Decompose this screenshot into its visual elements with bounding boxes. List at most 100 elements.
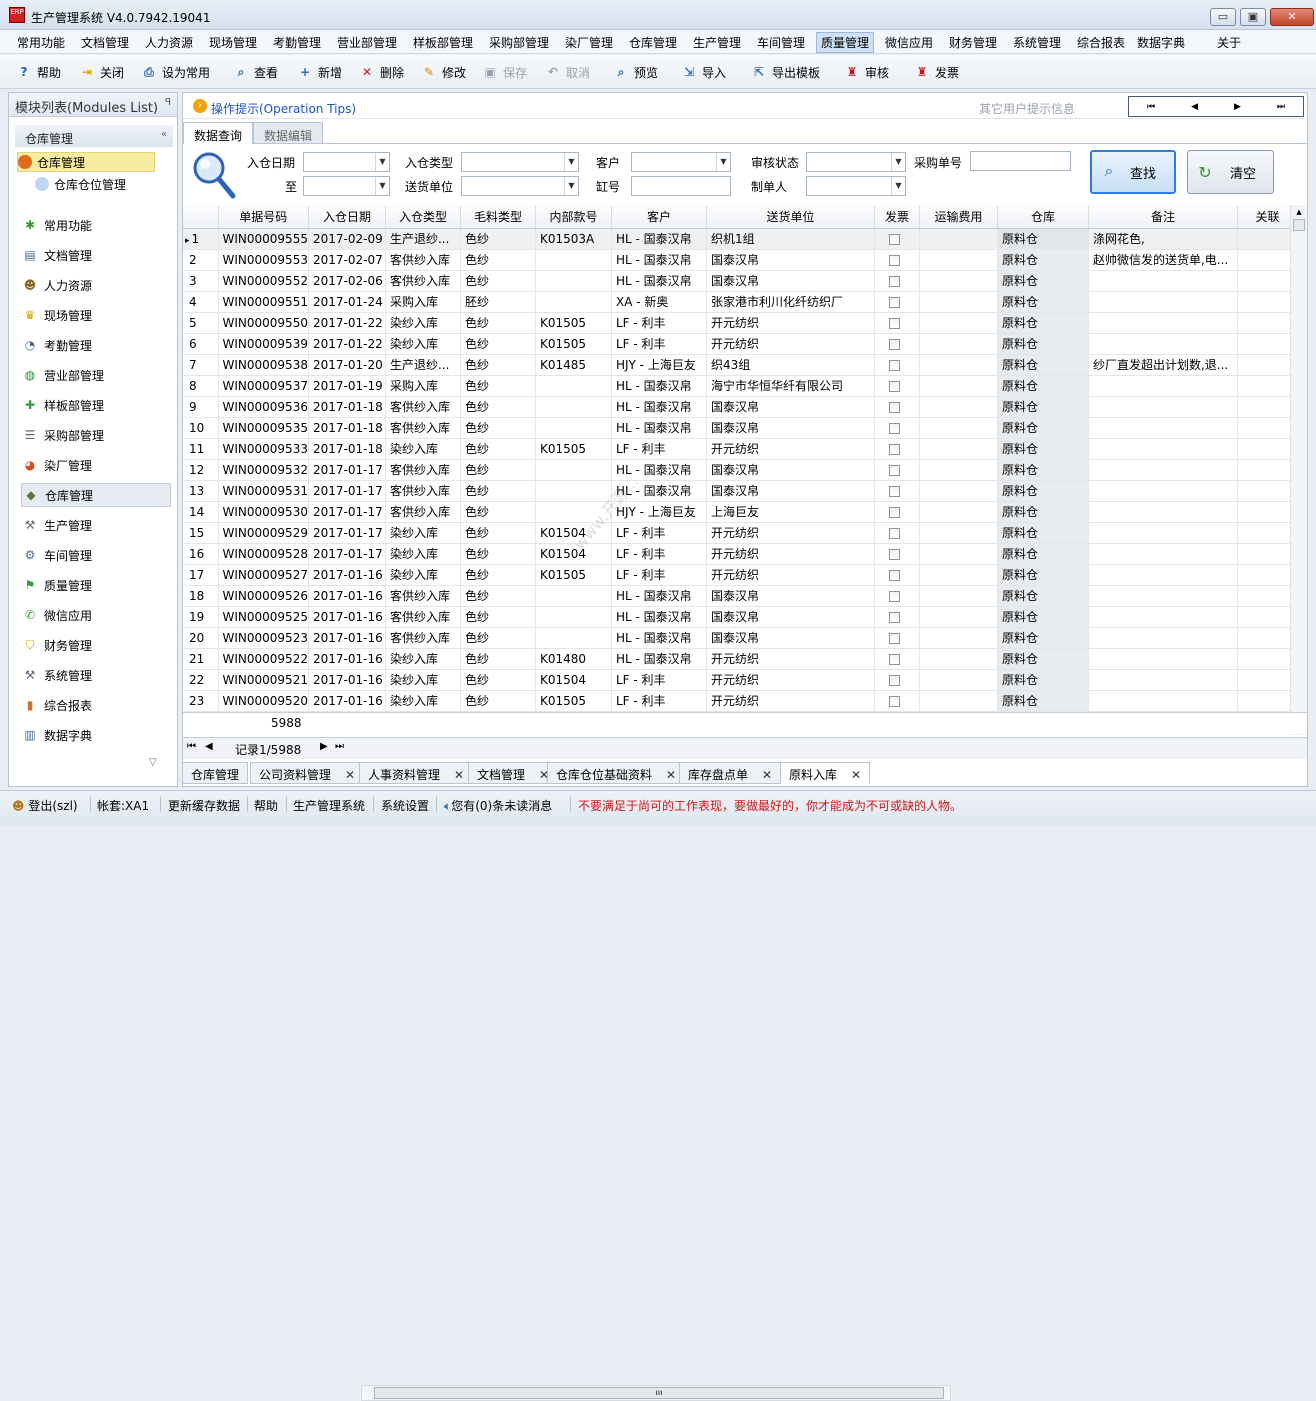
table-cell[interactable]: 2017-01-18 — [308, 396, 386, 418]
invoice-checkbox[interactable] — [888, 401, 900, 413]
table-cell[interactable]: 2017-01-16 — [308, 627, 386, 649]
table-cell[interactable] — [535, 501, 612, 523]
sidebar-module-7[interactable]: ✚ 样板部管理 — [21, 393, 171, 417]
related-cell[interactable] — [1237, 690, 1298, 712]
menu-4[interactable]: 现场管理 — [209, 34, 257, 51]
invoice-checkbox[interactable] — [888, 464, 900, 476]
tab-data-edit[interactable]: 数据编辑 — [253, 122, 324, 144]
table-row[interactable]: 6 WIN00009539 2017-01-22 染纱入库 色纱 K01505 LF - 利… — [183, 333, 1298, 355]
remark-cell[interactable]: 赵帅微信发的送货单,电... — [1088, 249, 1238, 271]
table-cell[interactable]: 2017-01-17 — [308, 543, 386, 565]
sidebar-scroll-down-icon[interactable]: ▽ — [149, 757, 157, 768]
table-cell[interactable]: 染纱入库 — [385, 522, 461, 544]
table-cell[interactable]: 色纱 — [460, 249, 536, 271]
menu-9[interactable]: 染厂管理 — [565, 34, 613, 51]
table-cell[interactable]: 客供纱入库 — [385, 501, 461, 523]
table-cell[interactable]: 国泰汉帛 — [706, 249, 875, 271]
table-cell[interactable]: 客供纱入库 — [385, 627, 461, 649]
table-cell[interactable]: 2017-01-16 — [308, 690, 386, 712]
warehouse-cell[interactable]: 原料仓 — [997, 228, 1089, 250]
logout-link[interactable]: ☻ 登出(szl) — [12, 797, 78, 814]
audit-select[interactable]: ▼ — [806, 152, 906, 172]
invoice-checkbox[interactable] — [888, 485, 900, 497]
table-cell[interactable]: 采购入库 — [385, 375, 461, 397]
menu-6[interactable]: 营业部管理 — [337, 34, 397, 51]
remark-cell[interactable] — [1088, 375, 1238, 397]
table-cell[interactable]: 2017-01-17 — [308, 480, 386, 502]
menu-17[interactable]: 综合报表 — [1077, 34, 1125, 51]
table-cell[interactable]: WIN00009520 — [218, 690, 309, 712]
close-tab-icon[interactable]: ✕ — [345, 768, 355, 782]
sidebar-group-header[interactable]: 仓库管理 « — [15, 125, 173, 147]
table-row[interactable]: 19 WIN00009525 2017-01-16 客供纱入库 色纱 HL - 国泰汉帛国… — [183, 606, 1298, 628]
toolbar-button-4[interactable]: ⌕ 查看 — [232, 62, 278, 82]
close-tab-icon[interactable]: ✕ — [454, 768, 464, 782]
toolbar-button-3[interactable]: ⎙ 设为常用 — [140, 62, 210, 82]
table-cell[interactable]: 色纱 — [460, 333, 536, 355]
table-cell[interactable]: 色纱 — [460, 627, 536, 649]
help-link[interactable]: 帮助 — [254, 797, 278, 814]
warehouse-cell[interactable]: 原料仓 — [997, 501, 1089, 523]
menu-14[interactable]: 微信应用 — [885, 34, 933, 51]
column-header[interactable]: 备注 — [1088, 205, 1238, 229]
table-cell[interactable]: 2017-02-09 — [308, 228, 386, 250]
remark-cell[interactable] — [1088, 606, 1238, 628]
first-record-button[interactable]: ⏮ — [187, 741, 196, 752]
table-cell[interactable]: 色纱 — [460, 228, 536, 250]
menu-5[interactable]: 考勤管理 — [273, 34, 321, 51]
table-cell[interactable]: 开元纺织 — [706, 564, 875, 586]
menu-13[interactable]: 质量管理 — [816, 32, 875, 53]
remark-cell[interactable] — [1088, 585, 1238, 607]
menu-2[interactable]: 文档管理 — [81, 34, 129, 51]
table-row[interactable]: 12 WIN00009532 2017-01-17 客供纱入库 色纱 HL - 国泰汉帛国… — [183, 459, 1298, 481]
table-cell[interactable]: 色纱 — [460, 648, 536, 670]
freight-cell[interactable] — [919, 333, 998, 355]
table-cell[interactable]: 染纱入库 — [385, 564, 461, 586]
table-cell[interactable]: K01505 — [535, 312, 612, 334]
sidebar-module-18[interactable]: ▥ 数据字典 — [21, 723, 171, 747]
table-cell[interactable]: 客供纱入库 — [385, 585, 461, 607]
freight-cell[interactable] — [919, 312, 998, 334]
related-cell[interactable] — [1237, 480, 1298, 502]
toolbar-button-14[interactable]: ♜ 发票 — [913, 62, 959, 82]
table-cell[interactable]: WIN00009523 — [218, 627, 309, 649]
related-cell[interactable] — [1237, 627, 1298, 649]
toolbar-button-2[interactable]: ⇥ 关闭 — [78, 62, 124, 82]
table-cell[interactable]: 国泰汉帛 — [706, 480, 875, 502]
warehouse-cell[interactable]: 原料仓 — [997, 543, 1089, 565]
table-cell[interactable]: 色纱 — [460, 606, 536, 628]
table-row[interactable]: 22 WIN00009521 2017-01-16 染纱入库 色纱 K01504 LF - … — [183, 669, 1298, 691]
freight-cell[interactable] — [919, 354, 998, 376]
table-cell[interactable]: 色纱 — [460, 501, 536, 523]
invoice-checkbox[interactable] — [888, 233, 900, 245]
sidebar-module-8[interactable]: ☰ 采购部管理 — [21, 423, 171, 447]
invoice-checkbox[interactable] — [888, 422, 900, 434]
table-cell[interactable] — [535, 396, 612, 418]
related-cell[interactable] — [1237, 228, 1298, 250]
table-row[interactable]: 20 WIN00009523 2017-01-16 客供纱入库 色纱 HL - 国泰汉帛国… — [183, 627, 1298, 649]
freight-cell[interactable] — [919, 501, 998, 523]
table-cell[interactable]: 国泰汉帛 — [706, 627, 875, 649]
invoice-checkbox[interactable] — [888, 674, 900, 686]
remark-cell[interactable]: 纱厂直发超出计划数,退... — [1088, 354, 1238, 376]
table-cell[interactable]: K01505 — [535, 333, 612, 355]
warehouse-cell[interactable]: 原料仓 — [997, 270, 1089, 292]
table-cell[interactable]: HJY - 上海巨友 — [611, 354, 707, 376]
remark-cell[interactable] — [1088, 564, 1238, 586]
table-cell[interactable]: HL - 国泰汉帛 — [611, 270, 707, 292]
toolbar-button-5[interactable]: + 新增 — [296, 62, 342, 82]
column-header[interactable]: 发票 — [874, 205, 920, 229]
table-row[interactable]: 21 WIN00009522 2017-01-16 染纱入库 色纱 K01480 HL - … — [183, 648, 1298, 670]
invoice-checkbox[interactable] — [888, 275, 900, 287]
table-cell[interactable]: WIN00009539 — [218, 333, 309, 355]
table-cell[interactable]: 染纱入库 — [385, 690, 461, 712]
tree-item-1[interactable]: 仓库管理 — [17, 152, 155, 172]
table-cell[interactable]: 2017-01-16 — [308, 585, 386, 607]
system-name-link[interactable]: 生产管理系统 — [293, 797, 365, 814]
table-cell[interactable]: 国泰汉帛 — [706, 396, 875, 418]
tips-nav-button-2[interactable]: ◀ — [1191, 102, 1198, 112]
table-row[interactable]: 7 WIN00009538 2017-01-20 生产退纱... 色纱 K01485 HJY… — [183, 354, 1298, 376]
table-cell[interactable]: 2017-01-16 — [308, 648, 386, 670]
table-cell[interactable]: LF - 利丰 — [611, 690, 707, 712]
table-cell[interactable]: 色纱 — [460, 438, 536, 460]
